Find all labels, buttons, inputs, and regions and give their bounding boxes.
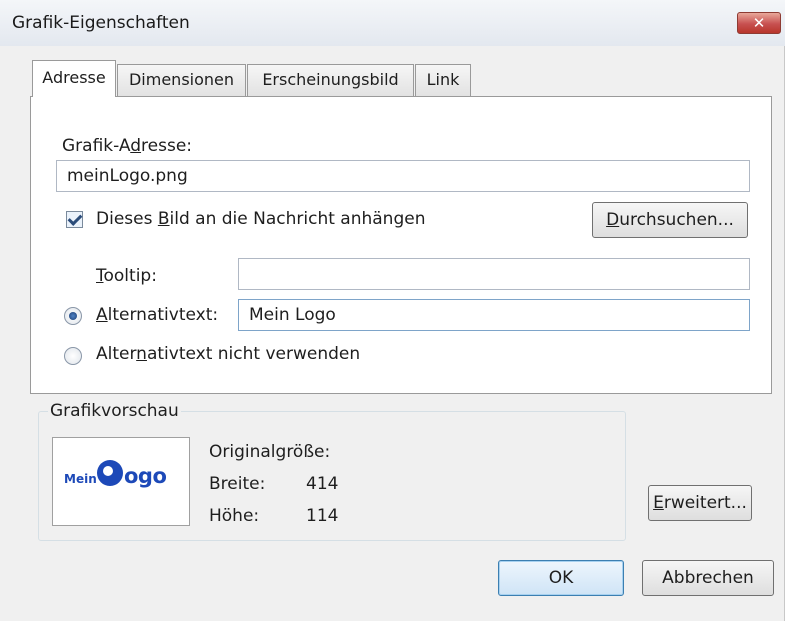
- no-alt-text-radio[interactable]: [64, 347, 82, 365]
- image-preview: Mein ogo: [52, 437, 190, 526]
- tab-adresse[interactable]: Adresse: [32, 60, 116, 97]
- logo-circle-icon: [97, 460, 123, 486]
- advanced-button[interactable]: Erweitert...: [648, 485, 752, 521]
- alt-text-label[interactable]: Alternativtext:: [96, 305, 218, 325]
- alt-text-input[interactable]: Mein Logo: [238, 299, 750, 331]
- attach-image-checkbox[interactable]: [66, 211, 83, 228]
- tab-label: Adresse: [42, 68, 106, 87]
- dialog-title: Grafik-Eigenschaften: [12, 13, 190, 33]
- cancel-button[interactable]: Abbrechen: [642, 560, 774, 596]
- height-value: 114: [306, 506, 339, 526]
- title-bar[interactable]: Grafik-Eigenschaften ✕: [0, 0, 785, 46]
- tab-label: Dimensionen: [128, 70, 235, 89]
- image-preview-group-label: Grafikvorschau: [48, 401, 181, 421]
- tab-erscheinungsbild[interactable]: Erscheinungsbild: [247, 64, 414, 96]
- checkmark-icon: [67, 211, 83, 226]
- radio-selected-icon: [69, 312, 77, 320]
- alt-text-radio[interactable]: [64, 307, 82, 325]
- tooltip-label: Tooltip:: [96, 266, 157, 286]
- ok-button[interactable]: OK: [498, 560, 624, 596]
- width-value: 414: [306, 474, 339, 494]
- dialog-window: Grafik-Eigenschaften ✕ Adresse Dimension…: [0, 0, 785, 621]
- tooltip-input[interactable]: [238, 258, 750, 290]
- tab-label: Link: [426, 70, 460, 89]
- tab-label: Erscheinungsbild: [262, 70, 399, 89]
- close-button[interactable]: ✕: [737, 12, 781, 34]
- tab-dimensionen[interactable]: Dimensionen: [117, 64, 246, 96]
- attach-image-label[interactable]: Dieses Bild an die Nachricht anhängen: [96, 209, 426, 229]
- height-label: Höhe:: [209, 506, 260, 526]
- browse-button[interactable]: Durchsuchen...: [592, 202, 748, 238]
- tab-link[interactable]: Link: [415, 64, 471, 96]
- no-alt-text-label[interactable]: Alternativtext nicht verwenden: [96, 344, 360, 364]
- logo-text-large: ogo: [124, 464, 167, 488]
- close-icon: ✕: [752, 14, 766, 32]
- image-address-input[interactable]: meinLogo.png: [56, 160, 750, 192]
- width-label: Breite:: [209, 474, 266, 494]
- original-size-label: Originalgröße:: [209, 442, 331, 462]
- logo-text-small: Mein: [64, 472, 97, 486]
- image-address-label: Grafik-Adresse:: [62, 136, 193, 156]
